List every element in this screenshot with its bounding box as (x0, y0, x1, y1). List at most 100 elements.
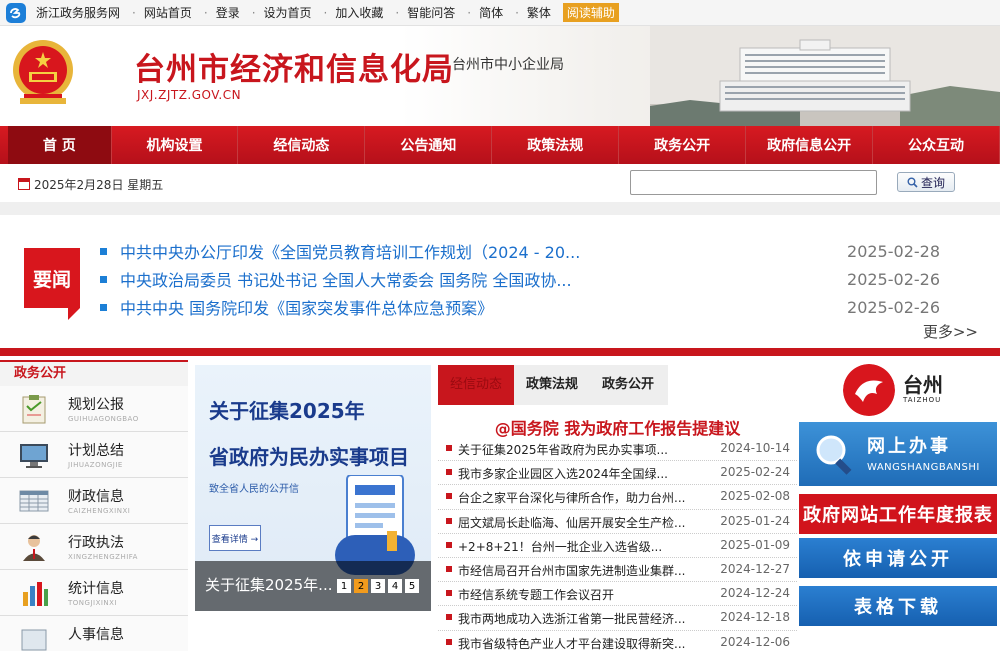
headline-item[interactable]: 中共中央 国务院印发《国家突发事件总体应急预案》 2025-02-26 (100, 293, 940, 321)
featured-slideshow[interactable]: 关于征集2025年 省政府为民办实事项目 致全省人民的公开信 查看详情 → 关于… (195, 365, 431, 611)
tab-news[interactable]: 经信动态 (438, 365, 515, 405)
news-date: 2025-02-24 (720, 465, 790, 480)
zjzwfw-logo-icon[interactable] (6, 2, 26, 23)
sidebar-item-pinyin: XINGZHENGZHIFA (68, 553, 138, 561)
news-item[interactable]: 我市多家企业园区入选2024年全国绿... 2025-02-24 (438, 461, 797, 486)
link-traditional[interactable]: 繁体 (527, 4, 551, 21)
slide-caption[interactable]: 关于征集2025年... (205, 574, 335, 595)
nav-tab-home[interactable]: 首 页 (8, 126, 112, 164)
nav-tab-affairs[interactable]: 政务公开 (619, 126, 747, 164)
taizhou-logo[interactable]: 台州 TAIZHOU (799, 355, 1000, 416)
tab-affairs[interactable]: 政务公开 (590, 365, 666, 405)
headlines-section: 要闻 中共中央办公厅印发《全国党员教育培训工作规划（2024 - 20... 2… (0, 215, 1000, 356)
headline-date: 2025-02-28 (847, 241, 940, 261)
news-title[interactable]: 市经信系统专题工作会议召开 (458, 586, 700, 603)
news-item[interactable]: 我市两地成功入选浙江省第一批民营经济... 2024-12-18 (438, 606, 797, 631)
news-item[interactable]: 我市省级特色产业人才平台建设取得新突... 2024-12-06 (438, 631, 797, 651)
headline-date: 2025-02-26 (847, 269, 940, 289)
slide-page-2[interactable]: 2 (354, 579, 368, 593)
news-item[interactable]: +2+8+21！台州一批企业入选省级... 2025-01-09 (438, 534, 797, 558)
sidebar-item-label: 计划总结 (68, 443, 124, 459)
form-download-banner[interactable]: 表格下载 (799, 586, 997, 626)
link-home[interactable]: 网站首页 (144, 4, 192, 21)
bullet-icon (446, 445, 452, 451)
nav-tab-policies[interactable]: 政策法规 (492, 126, 620, 164)
link-smart-qa[interactable]: 智能问答 (407, 4, 455, 21)
sidebar-item-summary[interactable]: 计划总结 JIHUAZONGJIE (0, 432, 188, 478)
nav-tab-interaction[interactable]: 公众互动 (873, 126, 1000, 164)
news-date: 2025-01-24 (720, 513, 790, 528)
slide-page-4[interactable]: 4 (388, 579, 402, 593)
slide-heading-2: 省政府为民办实事项目 (209, 445, 409, 469)
slide-detail-button[interactable]: 查看详情 → (209, 525, 261, 551)
online-services-banner[interactable]: 网上办事 WANGSHANGBANSHI (799, 422, 997, 486)
news-title[interactable]: 市经信局召开台州市国家先进制造业集群... (458, 562, 700, 579)
link-simplified[interactable]: 简体 (479, 4, 503, 21)
sidebar-title: 政务公开 (0, 360, 188, 386)
reading-assist-button[interactable]: 阅读辅助 (562, 3, 619, 22)
sidebar-item-statistics[interactable]: 统计信息 TONGJIXINXI (0, 570, 188, 616)
link-set-homepage[interactable]: 设为首页 (264, 4, 312, 21)
slide-page-5[interactable]: 5 (405, 579, 419, 593)
link-zjzwfw[interactable]: 浙江政务服务网 (36, 4, 120, 21)
news-date: 2024-10-14 (720, 441, 790, 455)
news-title[interactable]: 我市多家企业园区入选2024年全国绿... (458, 465, 700, 482)
sidebar-item-personnel[interactable]: 人事信息 (0, 616, 188, 651)
nav-tab-news[interactable]: 经信动态 (238, 126, 366, 164)
apply-disclosure-banner[interactable]: 依申请公开 (799, 538, 997, 578)
slide-page-1[interactable]: 1 (337, 579, 351, 593)
link-login[interactable]: 登录 (216, 4, 240, 21)
sidebar-item-label: 统计信息 (68, 581, 124, 597)
headline-item[interactable]: 中共中央办公厅印发《全国党员教育培训工作规划（2024 - 20... 2025… (100, 237, 940, 265)
nav-tab-org[interactable]: 机构设置 (112, 126, 239, 164)
sidebar-item-label: 行政执法 (68, 535, 124, 551)
nav-tab-gov-info[interactable]: 政府信息公开 (746, 126, 874, 164)
headline-title[interactable]: 中央政治局委员 书记处书记 全国人大常委会 国务院 全国政协... (120, 267, 590, 291)
document-illustration-icon (335, 475, 415, 575)
news-title[interactable]: 我市两地成功入选浙江省第一批民营经济... (458, 610, 700, 627)
nav-tab-notices[interactable]: 公告通知 (365, 126, 493, 164)
bullet-icon (446, 638, 452, 645)
search-button[interactable]: 查询 (897, 172, 955, 192)
headline-title[interactable]: 中共中央 国务院印发《国家突发事件总体应急预案》 (120, 295, 590, 319)
national-emblem-icon (13, 40, 73, 104)
link-add-favorite[interactable]: 加入收藏 (335, 4, 383, 21)
news-item[interactable]: 台企之家平台深化与律所合作，助力台州... 2025-02-08 (438, 485, 797, 510)
sidebar-item-finance[interactable]: 财政信息 CAIZHENGXINXI (0, 478, 188, 524)
headline-item[interactable]: 中央政治局委员 书记处书记 全国人大常委会 国务院 全国政协... 2025-0… (100, 265, 940, 293)
slide-heading-1: 关于征集2025年 (209, 399, 365, 423)
news-title[interactable]: 关于征集2025年省政府为民办实事项... (458, 441, 700, 458)
spreadsheet-icon (19, 490, 49, 512)
bullet-icon (446, 541, 452, 548)
headlines-more-link[interactable]: 更多>> (923, 321, 978, 342)
news-tabs: 经信动态 政策法规 政务公开 (438, 365, 668, 405)
online-services-label-en: WANGSHANGBANSHI (867, 462, 980, 473)
annual-report-banner[interactable]: 政府网站工作年度报表 (799, 494, 997, 534)
sidebar-item-plans[interactable]: 规划公报 GUIHUAGONGBAO (0, 386, 188, 432)
right-column: 台州 TAIZHOU 网上办事 WANGSHANGBANSHI 政府网站工作年度… (799, 355, 1000, 626)
sidebar-item-label: 财政信息 (68, 489, 124, 505)
featured-news-title[interactable]: @国务院 我为政府工作报告提建议 (438, 415, 797, 438)
news-item[interactable]: 屈文斌局长赴临海、仙居开展安全生产检... 2025-01-24 (438, 510, 797, 534)
news-date: 2024-12-06 (720, 634, 790, 649)
bullet-icon (100, 275, 107, 283)
slide-subheading: 致全省人民的公开信 (209, 484, 299, 495)
news-title[interactable]: +2+8+21！台州一批企业入选省级... (458, 538, 700, 555)
news-date: 2024-12-27 (720, 561, 790, 576)
news-title[interactable]: 我市省级特色产业人才平台建设取得新突... (458, 635, 700, 651)
headline-title[interactable]: 中共中央办公厅印发《全国党员教育培训工作规划（2024 - 20... (120, 239, 590, 263)
news-title[interactable]: 屈文斌局长赴临海、仙居开展安全生产检... (458, 514, 700, 531)
news-item[interactable]: 市经信系统专题工作会议召开 2024-12-24 (438, 582, 797, 607)
svg-text:要闻: 要闻 (33, 268, 71, 291)
slide-page-3[interactable]: 3 (371, 579, 385, 593)
search-input[interactable] (630, 170, 877, 195)
tab-policies[interactable]: 政策法规 (514, 365, 590, 405)
bullet-icon (446, 614, 452, 621)
officer-icon (23, 535, 45, 561)
news-title[interactable]: 台企之家平台深化与律所合作，助力台州... (458, 489, 700, 506)
sidebar-item-pinyin: TONGJIXINXI (68, 599, 118, 607)
sidebar-item-pinyin: CAIZHENGXINXI (68, 507, 131, 515)
news-item[interactable]: 关于征集2025年省政府为民办实事项... 2024-10-14 (438, 437, 797, 462)
news-item[interactable]: 市经信局召开台州市国家先进制造业集群... 2024-12-27 (438, 558, 797, 583)
sidebar-item-enforcement[interactable]: 行政执法 XINGZHENGZHIFA (0, 524, 188, 570)
